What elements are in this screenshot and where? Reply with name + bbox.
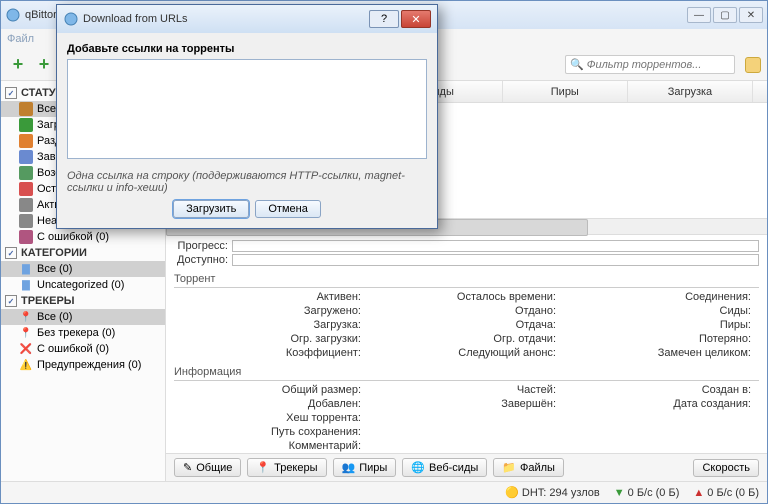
dialog-title: Download from URLs: [83, 13, 369, 25]
dialog-label: Добавьте ссылки на торренты: [67, 43, 427, 55]
download-urls-dialog: Download from URLs ? ✕ Добавьте ссылки н…: [56, 4, 438, 229]
dialog-overlay: Download from URLs ? ✕ Добавьте ссылки н…: [0, 0, 768, 504]
dialog-close-button[interactable]: ✕: [401, 10, 431, 28]
app-icon: [63, 11, 79, 27]
cancel-button[interactable]: Отмена: [255, 200, 320, 218]
dialog-help-button[interactable]: ?: [369, 10, 399, 28]
urls-textarea[interactable]: [67, 59, 427, 159]
dialog-hint: Одна ссылка на строку (поддерживаются HT…: [67, 170, 427, 194]
dialog-titlebar: Download from URLs ? ✕: [57, 5, 437, 33]
download-button[interactable]: Загрузить: [173, 200, 249, 218]
